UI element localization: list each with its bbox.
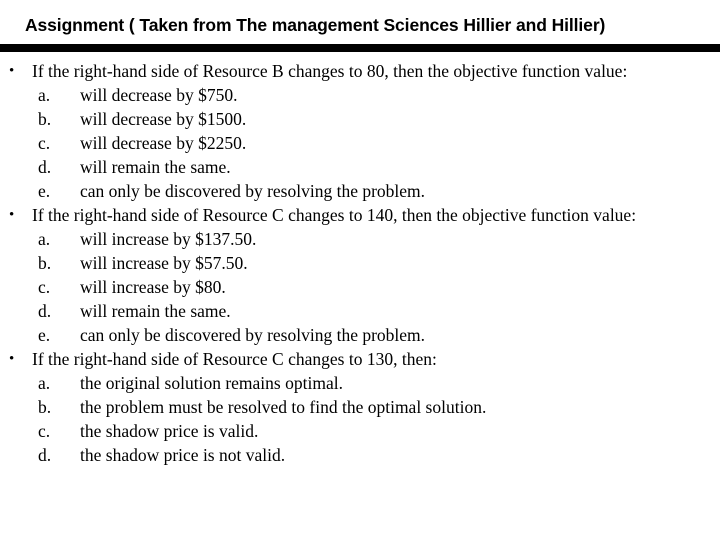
option-label: will increase by $80.: [80, 277, 226, 297]
list-item[interactable]: a. will decrease by $750.: [0, 83, 720, 107]
option-label: will increase by $137.50.: [80, 229, 257, 249]
list-item[interactable]: a. will increase by $137.50.: [0, 227, 720, 251]
list-item[interactable]: b. will decrease by $1500.: [0, 107, 720, 131]
list-item[interactable]: d. will remain the same.: [0, 299, 720, 323]
question-stem-text: If the right-hand side of Resource C cha…: [32, 205, 637, 225]
option-letter: b.: [38, 109, 52, 129]
option-letter: a.: [38, 229, 51, 249]
bullet-icon: •: [9, 207, 15, 223]
option-label: will remain the same.: [80, 157, 231, 177]
list-item[interactable]: e. can only be discovered by resolving t…: [0, 179, 720, 203]
list-item[interactable]: b. the problem must be resolved to find …: [0, 395, 720, 419]
option-letter: c.: [38, 133, 51, 153]
question-stem: • If the right-hand side of Resource B c…: [0, 59, 720, 83]
slide: Assignment ( Taken from The management S…: [0, 0, 720, 540]
list-item[interactable]: d. the shadow price is not valid.: [0, 443, 720, 467]
option-list: a. the original solution remains optimal…: [0, 371, 720, 467]
question-item: • If the right-hand side of Resource B c…: [0, 59, 720, 203]
option-letter: e.: [38, 181, 51, 201]
option-letter: c.: [38, 421, 51, 441]
option-letter: d.: [38, 301, 52, 321]
question-stem-text: If the right-hand side of Resource C cha…: [32, 349, 437, 369]
question-stem-text: If the right-hand side of Resource B cha…: [32, 61, 628, 81]
list-item[interactable]: c. will increase by $80.: [0, 275, 720, 299]
option-list: a. will decrease by $750. b. will decrea…: [0, 83, 720, 203]
list-item[interactable]: e. can only be discovered by resolving t…: [0, 323, 720, 347]
option-label: can only be discovered by resolving the …: [80, 181, 426, 201]
list-item[interactable]: a. the original solution remains optimal…: [0, 371, 720, 395]
option-letter: d.: [38, 157, 52, 177]
option-label: the shadow price is valid.: [80, 421, 259, 441]
bullet-icon: •: [9, 351, 15, 367]
title-divider: [0, 44, 720, 52]
option-label: will decrease by $1500.: [80, 109, 247, 129]
question-item: • If the right-hand side of Resource C c…: [0, 347, 720, 467]
option-label: the shadow price is not valid.: [80, 445, 286, 465]
option-letter: a.: [38, 373, 51, 393]
option-label: the original solution remains optimal.: [80, 373, 343, 393]
list-item[interactable]: c. the shadow price is valid.: [0, 419, 720, 443]
option-label: will remain the same.: [80, 301, 231, 321]
question-item: • If the right-hand side of Resource C c…: [0, 203, 720, 347]
list-item[interactable]: b. will increase by $57.50.: [0, 251, 720, 275]
option-list: a. will increase by $137.50. b. will inc…: [0, 227, 720, 347]
option-letter: e.: [38, 325, 51, 345]
title-block: Assignment ( Taken from The management S…: [0, 0, 720, 52]
option-label: will decrease by $2250.: [80, 133, 247, 153]
option-label: the problem must be resolved to find the…: [80, 397, 487, 417]
option-letter: a.: [38, 85, 51, 105]
bullet-icon: •: [9, 63, 15, 79]
option-letter: c.: [38, 277, 51, 297]
question-stem: • If the right-hand side of Resource C c…: [0, 347, 720, 371]
option-letter: d.: [38, 445, 52, 465]
option-label: will decrease by $750.: [80, 85, 238, 105]
option-label: can only be discovered by resolving the …: [80, 325, 426, 345]
question-list: • If the right-hand side of Resource B c…: [0, 59, 720, 467]
page-title: Assignment ( Taken from The management S…: [25, 15, 606, 35]
option-label: will increase by $57.50.: [80, 253, 248, 273]
list-item[interactable]: d. will remain the same.: [0, 155, 720, 179]
option-letter: b.: [38, 397, 52, 417]
option-letter: b.: [38, 253, 52, 273]
list-item[interactable]: c. will decrease by $2250.: [0, 131, 720, 155]
question-stem: • If the right-hand side of Resource C c…: [0, 203, 720, 227]
